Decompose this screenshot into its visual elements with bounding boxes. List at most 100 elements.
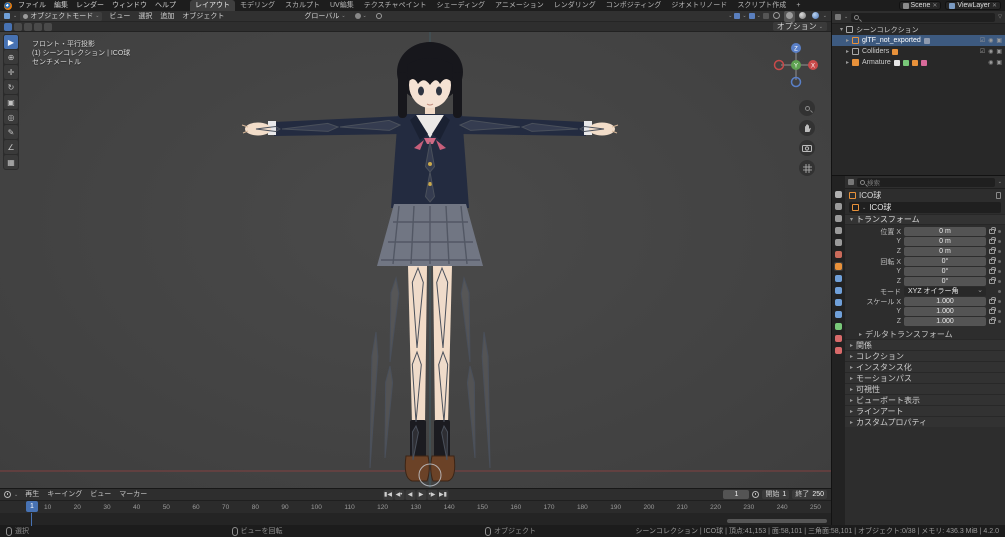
xray-toggle-icon[interactable] [762, 13, 769, 19]
workspace-tab[interactable]: レンダリング [549, 0, 601, 11]
pan-view-button[interactable] [799, 120, 815, 136]
play-reverse-button[interactable]: ◀ [405, 489, 415, 500]
disable-render-camera-icon[interactable]: ▣ [996, 37, 1002, 44]
camera-view-button[interactable] [799, 140, 815, 156]
workspace-tab[interactable]: スカルプト [280, 0, 325, 11]
select-mode-subtract-icon[interactable] [24, 22, 32, 31]
menu-item[interactable]: ファイル [14, 0, 50, 11]
tool-select-box-icon[interactable]: ▶ [4, 35, 18, 49]
tab-object[interactable] [834, 262, 843, 271]
collapsed-panel-header[interactable]: ▸ ラインアート [845, 405, 1005, 416]
scene-selector[interactable]: Scene ✕ [898, 1, 942, 10]
gizmo-dropdown-icon[interactable]: ⌄ [742, 13, 746, 19]
disable-render-camera-icon[interactable]: ▣ [996, 48, 1002, 55]
transform-value-field[interactable]: 1.000 [904, 317, 986, 326]
hide-viewport-eye-icon[interactable]: ◉ [988, 48, 993, 55]
transform-value-field[interactable]: 0° [904, 267, 986, 276]
transform-value-field[interactable]: 0° [904, 277, 986, 286]
current-frame-field[interactable]: 1 [723, 490, 750, 499]
view-layer-selector[interactable]: ViewLayer ✕ [945, 1, 1001, 10]
animate-dot-icon[interactable] [998, 270, 1001, 273]
lock-icon[interactable] [989, 267, 996, 274]
outliner-row-colliders[interactable]: ▸ Colliders ☑ ◉ ▣ [832, 46, 1005, 57]
collapsed-panel-header[interactable]: ▸ 関係 [845, 339, 1005, 350]
animate-dot-icon[interactable] [998, 280, 1001, 283]
timeline-menu-item[interactable]: 再生 [21, 489, 43, 500]
animate-dot-icon[interactable] [998, 320, 1001, 323]
timeline-scrollbar[interactable] [727, 519, 827, 523]
tab-constraints[interactable] [834, 310, 843, 319]
tab-modifiers[interactable] [834, 274, 843, 283]
outliner-row-scene-collection[interactable]: ▾ シーンコレクション [832, 24, 1005, 35]
tool-measure-icon[interactable]: ∠ [4, 140, 18, 154]
transform-value-field[interactable]: 0 m [904, 247, 986, 256]
jump-to-start-button[interactable]: ▮◀ [383, 489, 393, 500]
shading-solid-button[interactable] [783, 10, 795, 22]
snap-dropdown[interactable]: ⌄ [352, 12, 370, 21]
outliner-display-chevron-icon[interactable]: ⌄ [844, 14, 848, 20]
menu-item[interactable]: 編集 [50, 0, 72, 11]
tab-data[interactable] [834, 322, 843, 331]
tool-move-icon[interactable]: ✛ [4, 65, 18, 79]
tool-rotate-icon[interactable]: ↻ [4, 80, 18, 94]
collapsed-panel-header[interactable]: ▸ ビューポート表示 [845, 394, 1005, 405]
workspace-tab[interactable]: スクリプト作成 [732, 0, 791, 11]
prev-keyframe-button[interactable]: ◀• [394, 489, 404, 500]
frame-end-field[interactable]: 終了 250 [792, 490, 827, 499]
timeline-menu-item[interactable]: ビュー [86, 489, 115, 500]
shading-rendered-button[interactable] [810, 11, 821, 22]
tab-tool[interactable] [834, 190, 843, 199]
outliner-row-gltf-not-exported[interactable]: ▸ glTF_not_exported ☑ ◉ ▣ [832, 35, 1005, 46]
tool-annotate-icon[interactable]: ✎ [4, 125, 18, 139]
transform-value-field[interactable]: XYZ オイラー角 [904, 286, 986, 296]
overlays-dropdown-icon[interactable]: ⌄ [757, 13, 761, 19]
tab-scene[interactable] [834, 238, 843, 247]
workspace-tab[interactable]: + [791, 0, 805, 11]
lock-icon[interactable] [989, 277, 996, 284]
tool-add-cube-icon[interactable]: ▦ [4, 155, 18, 169]
transform-value-field[interactable]: 0° [904, 257, 986, 266]
shading-dropdown-icon[interactable]: ⌄ [823, 13, 827, 19]
mode-dropdown[interactable]: オブジェクトモード ⌄ [20, 11, 103, 21]
disable-render-camera-icon[interactable]: ▣ [996, 59, 1002, 66]
tab-texture[interactable] [834, 346, 843, 355]
transform-value-field[interactable]: 0 m [904, 227, 986, 236]
collapsed-panel-header[interactable]: ▸ インスタンス化 [845, 361, 1005, 372]
collapsed-panel-header[interactable]: ▸ コレクション [845, 350, 1005, 361]
outliner-filter-icon[interactable]: ▽ [998, 14, 1002, 20]
tab-particles[interactable] [834, 286, 843, 295]
properties-options-icon[interactable]: ⌄ [998, 179, 1002, 185]
viewport-menu-item[interactable]: 選択 [134, 11, 156, 22]
lock-icon[interactable] [989, 227, 996, 234]
lock-icon[interactable] [989, 237, 996, 244]
collapsed-panel-header[interactable]: ▸ 可視性 [845, 383, 1005, 394]
workspace-tab[interactable]: コンポジティング [601, 0, 667, 11]
next-keyframe-button[interactable]: •▶ [427, 489, 437, 500]
collapsed-panel-header[interactable]: ▸ モーションパス [845, 372, 1005, 383]
tab-world[interactable] [834, 250, 843, 259]
blender-logo-icon[interactable] [4, 1, 12, 10]
tool-cursor-icon[interactable]: ⊕ [4, 50, 18, 64]
selectable-checkbox-icon[interactable]: ☑ [980, 48, 985, 55]
editor-type-icon[interactable] [4, 13, 10, 19]
workspace-tab[interactable]: シェーディング [431, 0, 490, 11]
jump-to-end-button[interactable]: ▶▮ [438, 489, 448, 500]
timeline-editor-chevron-icon[interactable]: ⌄ [14, 492, 18, 498]
tab-view-layer[interactable] [834, 226, 843, 235]
view-layer-remove-icon[interactable]: ✕ [992, 2, 997, 9]
orientation-dropdown[interactable]: グローバル ⌄ [301, 12, 348, 21]
tab-physics[interactable] [834, 298, 843, 307]
select-mode-intersect-icon[interactable] [44, 22, 52, 31]
tool-scale-icon[interactable]: ▣ [4, 95, 18, 109]
lock-icon[interactable] [989, 257, 996, 264]
zoom-view-button[interactable] [799, 100, 815, 116]
animate-dot-icon[interactable] [998, 260, 1001, 263]
timeline-menu-item[interactable]: キーイング [43, 489, 86, 500]
hide-viewport-eye-icon[interactable]: ◉ [988, 37, 993, 44]
lock-icon[interactable] [989, 307, 996, 314]
workspace-tab[interactable]: アニメーション [490, 0, 549, 11]
delta-transform-subpanel[interactable]: ▸ デルタトランスフォーム [845, 329, 1005, 339]
editor-type-chevron-icon[interactable]: ⌄ [13, 13, 17, 19]
timeline-editor-icon[interactable] [4, 491, 11, 498]
outliner-row-armature[interactable]: ▸ Armature ◉ ▣ [832, 57, 1005, 68]
